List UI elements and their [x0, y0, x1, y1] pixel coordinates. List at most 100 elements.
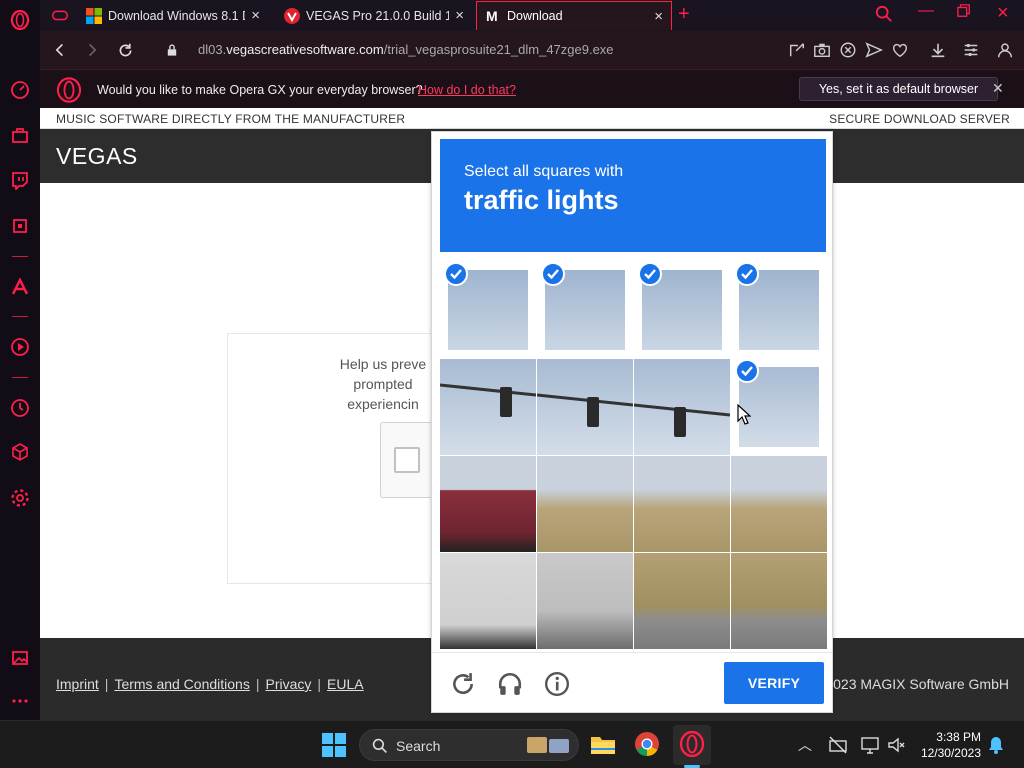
help-text: Help us preve prompted experiencin	[328, 354, 438, 414]
file-explorer-icon[interactable]	[590, 731, 616, 757]
how-do-i-link[interactable]: How do I do that?	[418, 83, 516, 97]
captcha-tile-image	[634, 359, 730, 455]
url-domain: vegascreativesoftware.com	[226, 42, 384, 57]
heart-icon[interactable]	[891, 41, 909, 59]
verify-button[interactable]: VERIFY	[724, 662, 824, 704]
separator: |	[104, 676, 109, 692]
volume-muted-icon[interactable]	[886, 735, 906, 755]
player-icon[interactable]	[9, 336, 31, 358]
network-off-icon[interactable]	[828, 735, 848, 755]
captcha-tile-image	[634, 553, 730, 649]
close-window-icon[interactable]: ×	[997, 2, 1009, 25]
captcha-tile[interactable]	[440, 359, 536, 455]
minimize-icon[interactable]: —	[918, 2, 934, 20]
captcha-tile[interactable]	[537, 456, 633, 552]
url-field[interactable]: dl03.vegascreativesoftware.com/trial_veg…	[198, 42, 614, 57]
search-tabs-icon[interactable]	[875, 5, 893, 28]
captcha-tile-image	[537, 553, 633, 649]
footer-links: Imprint | Terms and Conditions | Privacy | EUL…	[56, 676, 364, 692]
captcha-tile[interactable]	[537, 553, 633, 649]
help-line: Help us preve	[339, 356, 427, 372]
reload-icon[interactable]	[115, 40, 135, 60]
captcha-tile[interactable]	[634, 553, 730, 649]
sidebar-divider	[12, 377, 28, 378]
captcha-tile[interactable]	[731, 553, 827, 649]
tab-strip: Download Windows 8.1 Disc Image × VEGAS …	[40, 0, 1024, 31]
captcha-tile[interactable]	[440, 456, 536, 552]
captcha-tile[interactable]	[731, 456, 827, 552]
captcha-header: Select all squares with traffic lights	[440, 139, 826, 252]
close-tab-icon[interactable]: ×	[251, 7, 260, 24]
aria-icon[interactable]	[9, 276, 31, 298]
windows-start-icon[interactable]	[322, 733, 346, 757]
captcha-tile[interactable]	[537, 262, 633, 358]
recaptcha-checkbox[interactable]	[394, 447, 420, 473]
taskbar-search[interactable]: Search	[359, 729, 579, 761]
back-icon[interactable]	[50, 40, 70, 60]
opera-logo-icon[interactable]	[9, 9, 31, 31]
gamepad-icon[interactable]	[50, 5, 70, 25]
notification-bell-icon[interactable]	[986, 735, 1006, 755]
separator: |	[317, 676, 322, 692]
close-tab-icon[interactable]: ×	[654, 8, 663, 25]
close-infobar-icon[interactable]: ✕	[992, 80, 1004, 97]
forward-icon[interactable]	[82, 40, 102, 60]
opera-gx-taskbar-icon[interactable]	[679, 731, 705, 757]
monitor-icon[interactable]	[860, 735, 880, 755]
tab-download-active[interactable]: M Download ×	[476, 1, 672, 30]
new-tab-plus-icon[interactable]: +	[678, 3, 690, 26]
more-dots-icon[interactable]	[9, 690, 31, 712]
captcha-tile[interactable]	[537, 359, 633, 455]
privacy-link[interactable]: Privacy	[265, 676, 311, 692]
sidebar-divider	[12, 316, 28, 317]
adblock-icon[interactable]	[839, 41, 857, 59]
imprint-link[interactable]: Imprint	[56, 676, 99, 692]
gallery-icon[interactable]	[9, 647, 31, 669]
history-icon[interactable]	[9, 397, 31, 419]
cube-icon[interactable]	[9, 441, 31, 463]
vegas-logo-icon	[284, 7, 300, 24]
captcha-tile[interactable]	[440, 553, 536, 649]
tab-windows-download[interactable]: Download Windows 8.1 Disc Image ×	[78, 1, 268, 30]
restore-icon[interactable]	[957, 4, 971, 23]
tab-title: Download	[507, 9, 563, 23]
close-tab-icon[interactable]: ×	[455, 7, 464, 24]
captcha-image-grid	[440, 262, 827, 649]
chevron-up-icon[interactable]: ︿	[798, 735, 812, 755]
microsoft-logo-icon	[86, 7, 102, 24]
terms-link[interactable]: Terms and Conditions	[114, 676, 249, 692]
set-default-button[interactable]: Yes, set it as default browser	[799, 77, 998, 101]
bag-icon[interactable]	[9, 124, 31, 146]
headphones-icon[interactable]	[497, 671, 523, 697]
captcha-tile[interactable]	[731, 262, 827, 358]
captcha-tile[interactable]	[440, 262, 536, 358]
tab-title: VEGAS Pro 21.0.0 Build 108	[306, 8, 450, 23]
edit-share-icon[interactable]	[788, 41, 806, 59]
info-icon[interactable]	[544, 671, 570, 697]
speedometer-icon[interactable]	[9, 79, 31, 101]
tile-selected-check-icon	[638, 262, 662, 286]
eula-link[interactable]: EULA	[327, 676, 364, 692]
profile-icon[interactable]	[996, 41, 1014, 59]
settings-gear-icon[interactable]	[9, 487, 31, 509]
chrome-icon[interactable]	[634, 731, 660, 757]
opera-sidebar	[0, 0, 40, 720]
camera-icon[interactable]	[813, 41, 831, 59]
vegas-logo[interactable]: VEGAS	[56, 143, 138, 170]
url-prefix: dl03.	[198, 42, 227, 57]
system-clock[interactable]: 3:38 PM 12/30/2023	[913, 729, 981, 761]
twitch-icon[interactable]	[9, 169, 31, 191]
tile-selected-check-icon	[541, 262, 565, 286]
captcha-instruction: Select all squares with	[464, 163, 624, 180]
download-icon[interactable]	[929, 41, 947, 59]
captcha-tile[interactable]	[634, 456, 730, 552]
captcha-tile-image	[440, 359, 536, 455]
chip-icon[interactable]	[9, 215, 31, 237]
easy-setup-icon[interactable]	[962, 41, 980, 59]
reload-challenge-icon[interactable]	[450, 671, 476, 697]
captcha-tile[interactable]	[634, 359, 730, 455]
tab-vegas-pro[interactable]: VEGAS Pro 21.0.0 Build 108 ×	[276, 1, 472, 30]
captcha-tile[interactable]	[634, 262, 730, 358]
send-icon[interactable]	[865, 41, 883, 59]
lock-icon[interactable]	[162, 40, 182, 60]
